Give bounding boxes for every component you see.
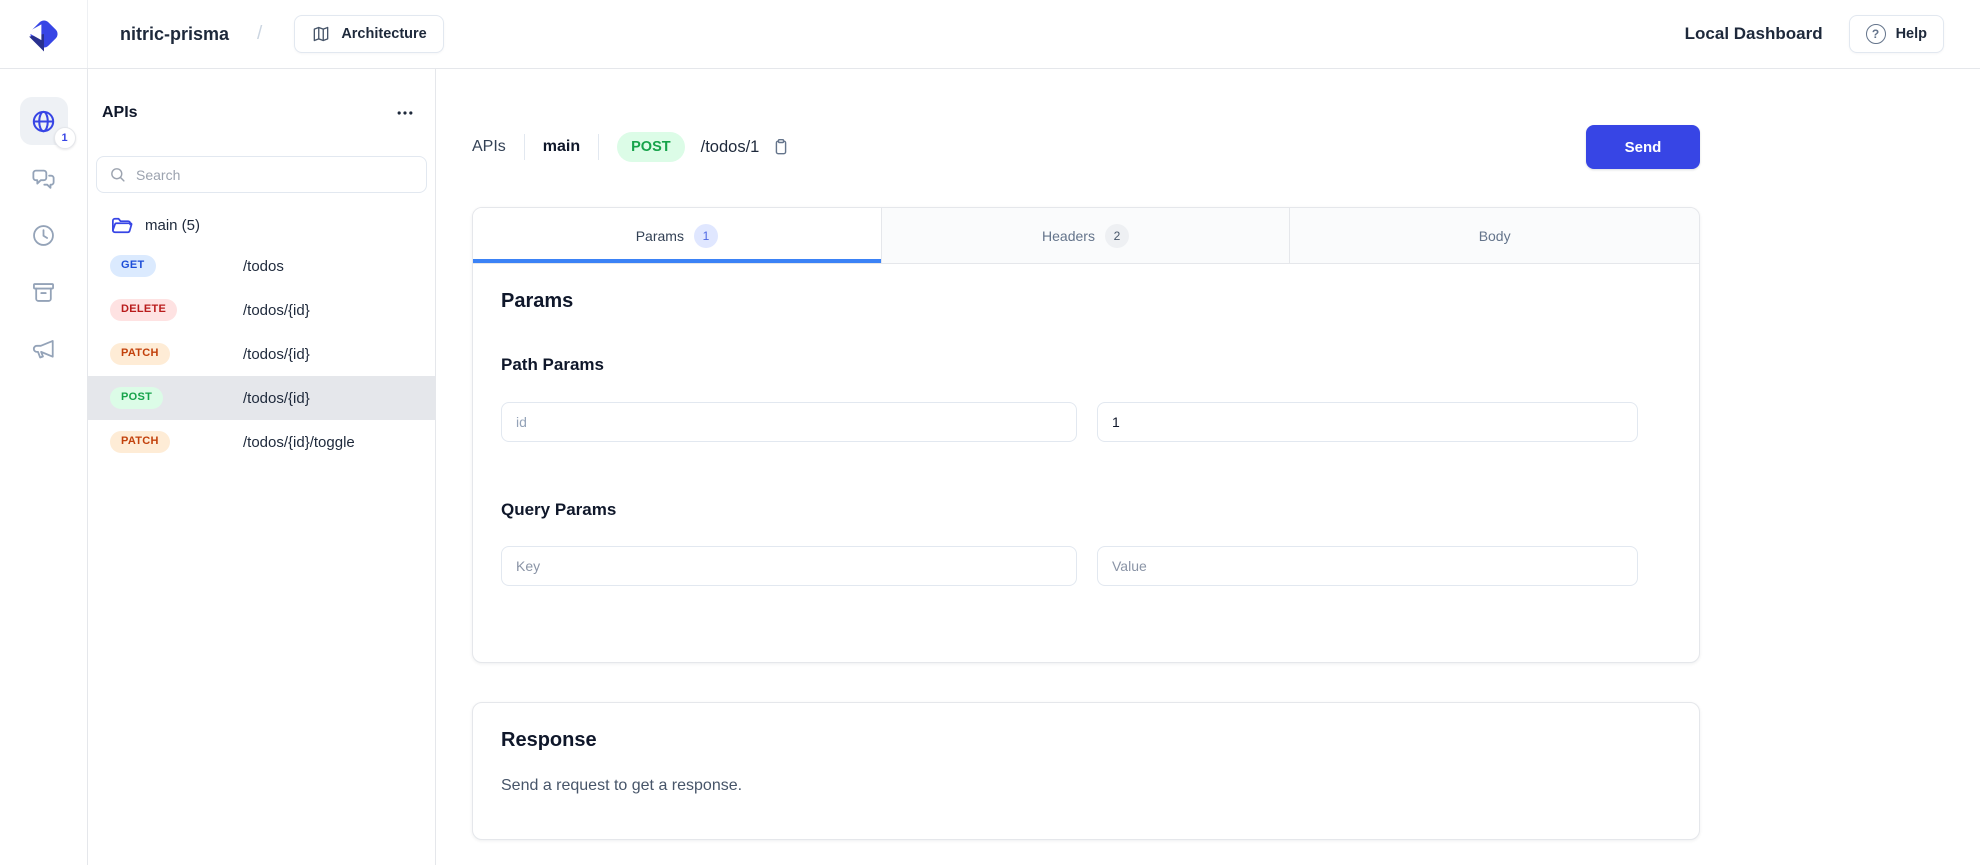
search-input[interactable] xyxy=(136,167,414,183)
request-bar: APIs main POST /todos/1 Send xyxy=(472,125,1700,169)
help-button[interactable]: Help xyxy=(1849,15,1944,53)
send-button[interactable]: Send xyxy=(1586,125,1700,169)
endpoint-path: /todos/{id} xyxy=(243,390,435,407)
query-param-key-input[interactable] xyxy=(501,546,1077,586)
method-badge: PATCH xyxy=(110,343,170,364)
question-circle-icon xyxy=(1866,24,1886,44)
apis-count-badge: 1 xyxy=(54,127,76,149)
method-badge: PATCH xyxy=(110,431,170,452)
rail-item-websockets[interactable] xyxy=(20,154,68,202)
headers-count-badge: 2 xyxy=(1105,224,1129,248)
path-param-key-input[interactable] xyxy=(501,402,1077,442)
params-title: Params xyxy=(501,290,1671,313)
help-label: Help xyxy=(1896,26,1927,42)
path-param-value-input[interactable] xyxy=(1097,402,1638,442)
endpoint-row-get-todos[interactable]: GET /todos xyxy=(88,244,435,288)
clock-icon xyxy=(30,222,57,249)
endpoint-path: /todos/{id}/toggle xyxy=(243,434,435,451)
endpoint-row-patch-todo[interactable]: PATCH /todos/{id} xyxy=(88,332,435,376)
folder-label: main (5) xyxy=(145,217,200,234)
endpoint-row-delete-todo[interactable]: DELETE /todos/{id} xyxy=(88,288,435,332)
rail-item-storage[interactable] xyxy=(20,268,68,316)
tab-headers[interactable]: Headers 2 xyxy=(882,208,1291,263)
request-method-badge: POST xyxy=(617,132,684,162)
app-window: nitric-prisma / Architecture Local Dashb… xyxy=(0,0,1980,865)
main-panel: APIs main POST /todos/1 Send xyxy=(436,69,1980,865)
response-card: Response Send a request to get a respons… xyxy=(472,702,1700,840)
response-empty-message: Send a request to get a response. xyxy=(501,777,1671,795)
apis-sidebar: APIs xyxy=(88,69,436,865)
query-params-title: Query Params xyxy=(501,500,1671,520)
endpoint-path: /todos/{id} xyxy=(243,346,435,363)
sidebar-title: APIs xyxy=(102,104,138,122)
sidebar-menu-button[interactable] xyxy=(391,99,419,127)
icon-rail: 1 xyxy=(0,69,88,865)
params-panel: Params Path Params Query Params xyxy=(473,264,1699,662)
nitric-logo-icon[interactable] xyxy=(23,13,65,55)
divider xyxy=(524,134,525,160)
breadcrumb-separator: / xyxy=(257,23,262,45)
breadcrumb-api-name[interactable]: main xyxy=(543,138,580,156)
divider xyxy=(598,134,599,160)
project-name: nitric-prisma xyxy=(120,24,229,45)
megaphone-icon xyxy=(30,336,57,363)
tab-body[interactable]: Body xyxy=(1290,208,1699,263)
tab-params-label: Params xyxy=(636,228,684,244)
folder-main[interactable]: main (5) xyxy=(88,206,435,244)
path-params-title: Path Params xyxy=(501,355,1671,375)
search-icon xyxy=(109,166,126,183)
request-card: Params 1 Headers 2 Body Params Path Para… xyxy=(472,207,1700,663)
path-params-row xyxy=(501,402,1671,442)
endpoint-tree: main (5) GET /todos DELETE /todos/{id} P… xyxy=(88,206,435,464)
tab-body-label: Body xyxy=(1479,228,1511,244)
local-dashboard-title: Local Dashboard xyxy=(1685,24,1823,44)
params-count-badge: 1 xyxy=(694,224,718,248)
rail-item-apis[interactable]: 1 xyxy=(20,97,68,145)
copy-path-button[interactable] xyxy=(769,135,793,159)
request-path: /todos/1 xyxy=(701,138,760,157)
endpoint-row-patch-toggle[interactable]: PATCH /todos/{id}/toggle xyxy=(88,420,435,464)
request-tabs: Params 1 Headers 2 Body xyxy=(473,208,1699,264)
rail-item-schedules[interactable] xyxy=(20,211,68,259)
clipboard-icon xyxy=(771,137,791,157)
archive-box-icon xyxy=(30,279,57,306)
query-params-row xyxy=(501,546,1671,586)
architecture-button[interactable]: Architecture xyxy=(294,15,443,53)
rail-item-topics[interactable] xyxy=(20,325,68,373)
breadcrumb-apis[interactable]: APIs xyxy=(472,138,506,156)
sidebar-header: APIs xyxy=(102,99,419,127)
logo-container xyxy=(0,0,88,68)
chat-bubbles-icon xyxy=(30,165,57,192)
method-badge: DELETE xyxy=(110,299,177,320)
content-area: 1 xyxy=(0,69,1980,865)
endpoint-row-post-todo-selected[interactable]: POST /todos/{id} xyxy=(88,376,435,420)
map-icon xyxy=(311,24,331,44)
ellipsis-icon xyxy=(395,103,415,123)
response-title: Response xyxy=(501,729,1671,752)
sidebar-search xyxy=(96,156,427,193)
method-badge: POST xyxy=(110,387,163,408)
tab-headers-label: Headers xyxy=(1042,228,1095,244)
query-param-value-input[interactable] xyxy=(1097,546,1638,586)
architecture-label: Architecture xyxy=(341,26,426,42)
endpoint-path: /todos xyxy=(243,258,435,275)
method-badge: GET xyxy=(110,255,156,276)
tab-params[interactable]: Params 1 xyxy=(473,208,882,263)
endpoint-path: /todos/{id} xyxy=(243,302,435,319)
top-header: nitric-prisma / Architecture Local Dashb… xyxy=(0,0,1980,69)
folder-icon xyxy=(110,214,133,237)
globe-icon xyxy=(30,108,57,135)
